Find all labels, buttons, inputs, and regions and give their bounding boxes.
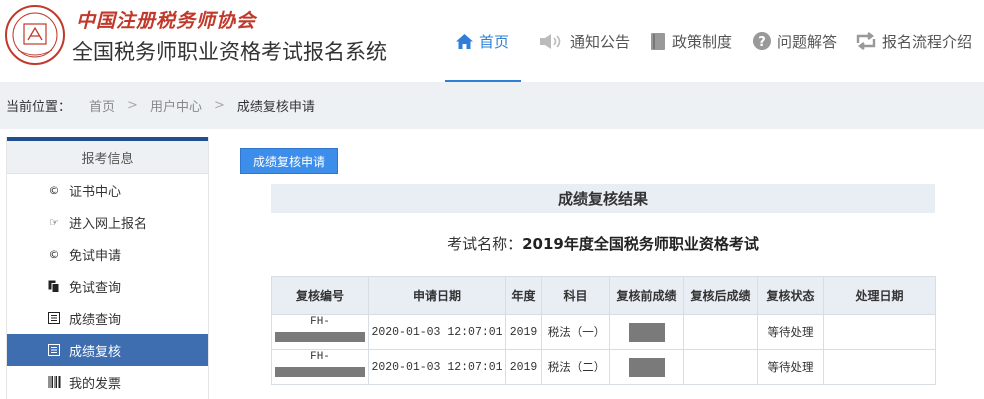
sidebar-item-exemption-query[interactable]: 免试查询 [7, 270, 208, 302]
review-code-cell: FH- [271, 314, 369, 350]
list-icon [47, 334, 61, 366]
sidebar-item-label: 进入网上报名 [69, 216, 148, 232]
copyright-icon: © [48, 183, 60, 197]
result-section-title: 成绩复核结果 [271, 184, 935, 213]
redacted-block [275, 331, 365, 342]
system-title: 全国税务师职业资格考试报名系统 [72, 41, 387, 64]
score-review-apply-button[interactable]: 成绩复核申请 [240, 148, 338, 174]
sidebar-item-label: 成绩复核 [69, 344, 122, 360]
sidebar-item-label: 我的发票 [69, 376, 122, 392]
breadcrumb-separator: > [213, 98, 225, 113]
redacted-block [628, 322, 665, 342]
nav-notices-label: 通知公告 [570, 32, 631, 51]
breadcrumb-user-center[interactable]: 用户中心 [150, 96, 202, 115]
score-before-cell [609, 314, 684, 350]
redacted-block [628, 357, 665, 377]
table-row: FH- 2020-01-03 12:07:01 2019 税法（一） 等待处理 [271, 314, 936, 350]
column-header: 科目 [541, 276, 610, 315]
handled-date-cell [823, 349, 936, 385]
column-header: 处理日期 [823, 276, 936, 315]
score-after-cell [683, 314, 758, 350]
table-row: FH- 2020-01-03 12:07:01 2019 税法（二） 等待处理 [271, 349, 936, 385]
sidebar-item-online-registration[interactable]: ☞ 进入网上报名 [7, 206, 208, 238]
nav-home-label: 首页 [479, 32, 510, 51]
exam-name-value: 2019年度全国税务师职业资格考试 [522, 235, 759, 253]
home-icon [455, 33, 474, 50]
nav-policies[interactable]: 政策制度 [650, 0, 732, 82]
breadcrumb-prefix: 当前位置： [6, 100, 72, 115]
column-header: 复核状态 [757, 276, 824, 315]
breadcrumb-home[interactable]: 首页 [89, 96, 115, 115]
year-cell: 2019 [505, 349, 542, 385]
nav-faq-label: 问题解答 [777, 32, 838, 51]
review-code-prefix: FH- [310, 315, 330, 328]
review-status-cell: 等待处理 [757, 314, 824, 350]
nav-faq[interactable]: ? 问题解答 [752, 0, 837, 82]
breadcrumb: 当前位置： 首页 > 用户中心 > 成绩复核申请 [0, 82, 984, 129]
process-arrows-icon [855, 32, 877, 50]
review-status-cell: 等待处理 [757, 349, 824, 385]
score-after-cell [683, 349, 758, 385]
speaker-icon [539, 33, 565, 50]
apply-date-cell: 2020-01-03 12:07:01 [368, 349, 506, 385]
sidebar-item-my-invoices[interactable]: 我的发票 [7, 366, 208, 398]
nav-home[interactable]: 首页 [444, 0, 522, 82]
column-header: 年度 [505, 276, 542, 315]
copyright-icon: © [48, 247, 60, 261]
book-icon [650, 32, 667, 51]
hand-point-icon: ☞ [49, 215, 59, 229]
handled-date-cell [823, 314, 936, 350]
sidebar-item-label: 证书中心 [69, 184, 122, 200]
review-results-table: 复核编号 申请日期 年度 科目 复核前成绩 复核后成绩 复核状态 处理日期 FH… [271, 276, 936, 385]
review-code-cell: FH- [271, 349, 369, 385]
main-content: 成绩复核申请 成绩复核结果 考试名称：2019年度全国税务师职业资格考试 复核编… [222, 137, 984, 399]
association-name: 中国注册税务师协会 [76, 10, 257, 32]
nav-process-label: 报名流程介绍 [882, 32, 973, 51]
nav-policies-label: 政策制度 [672, 32, 733, 51]
list-icon [47, 302, 61, 334]
sidebar: 报考信息 © 证书中心 ☞ 进入网上报名 © 免试申请 免试查询 成绩查询 成绩… [6, 137, 209, 399]
sidebar-item-label: 免试查询 [69, 280, 122, 296]
exam-name-label: 考试名称： [447, 235, 523, 253]
copy-icon [47, 270, 61, 302]
column-header: 复核后成绩 [683, 276, 758, 315]
sidebar-item-label: 成绩查询 [69, 312, 122, 328]
column-header: 复核编号 [271, 276, 369, 315]
subject-cell: 税法（一） [541, 314, 610, 350]
column-header: 申请日期 [368, 276, 506, 315]
sidebar-item-score-query[interactable]: 成绩查询 [7, 302, 208, 334]
breadcrumb-current: 成绩复核申请 [236, 100, 315, 115]
sidebar-title: 报考信息 [7, 141, 208, 174]
site-header: 中国注册税务师协会 全国税务师职业资格考试报名系统 首页 通知公告 政策制度 ?… [0, 0, 984, 82]
question-icon: ? [752, 31, 772, 51]
svg-text:?: ? [758, 35, 766, 50]
exam-name-line: 考试名称：2019年度全国税务师职业资格考试 [222, 233, 984, 254]
year-cell: 2019 [505, 314, 542, 350]
nav-notices[interactable]: 通知公告 [539, 0, 630, 82]
sidebar-item-label: 免试申请 [69, 248, 122, 264]
sidebar-item-certificate-center[interactable]: © 证书中心 [7, 174, 208, 206]
breadcrumb-separator: > [127, 98, 138, 113]
redacted-block [275, 366, 365, 377]
score-before-cell [609, 349, 684, 385]
column-header: 复核前成绩 [609, 276, 684, 315]
apply-date-cell: 2020-01-03 12:07:01 [368, 314, 506, 350]
review-code-prefix: FH- [310, 350, 330, 363]
table-header-row: 复核编号 申请日期 年度 科目 复核前成绩 复核后成绩 复核状态 处理日期 [271, 276, 936, 315]
sidebar-item-score-review[interactable]: 成绩复核 [7, 334, 208, 366]
barcode-icon [47, 366, 61, 398]
sidebar-item-exemption-apply[interactable]: © 免试申请 [7, 238, 208, 270]
nav-process[interactable]: 报名流程介绍 [855, 0, 972, 82]
association-seal-logo[interactable] [4, 4, 66, 66]
subject-cell: 税法（二） [541, 349, 610, 385]
